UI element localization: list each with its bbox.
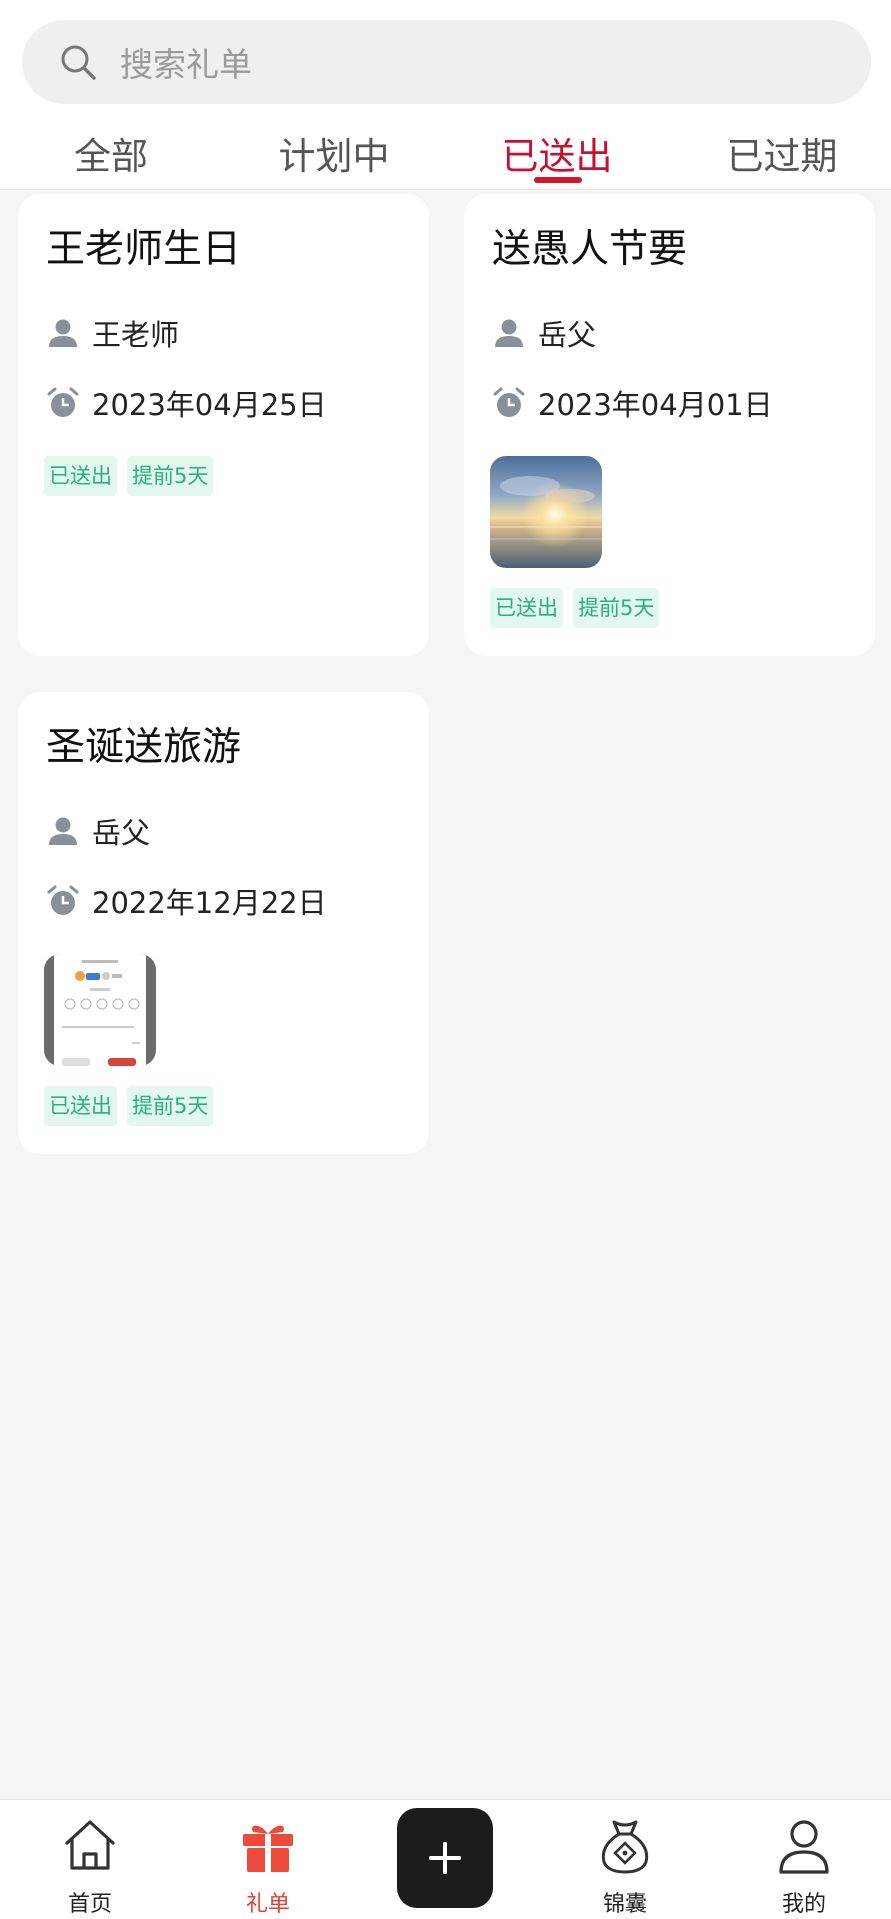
user-icon bbox=[779, 1820, 829, 1874]
gift-date: 2022年12月22日 bbox=[92, 886, 327, 920]
alarm-clock-icon bbox=[47, 885, 79, 915]
nav-label: 首页 bbox=[67, 1892, 112, 1917]
nav-home[interactable]: 首页 bbox=[30, 1800, 150, 1919]
plus-icon bbox=[429, 1842, 461, 1874]
gift-card[interactable]: 圣诞送旅游 岳父 2022年12月22日 已送出 提前5天 bbox=[18, 692, 429, 1154]
search-input[interactable]: 搜索礼单 bbox=[120, 38, 252, 86]
nav-profile[interactable]: 我的 bbox=[744, 1800, 864, 1919]
nav-tips[interactable]: 锦囊 bbox=[565, 1800, 685, 1919]
tag-list: 已送出 提前5天 bbox=[44, 1086, 214, 1126]
reminder-badge: 提前5天 bbox=[127, 1086, 214, 1126]
gift-card[interactable]: 王老师生日 王老师 2023年04月25日 已送出 提前5天 bbox=[18, 194, 429, 656]
gift-photo[interactable] bbox=[44, 954, 156, 1066]
nav-label: 锦囊 bbox=[602, 1892, 647, 1917]
nav-label: 礼单 bbox=[245, 1892, 290, 1917]
person-icon bbox=[49, 319, 77, 347]
tab-expired[interactable]: 已过期 bbox=[692, 126, 872, 180]
top-bar: 搜索礼单 全部 计划中 已送出 已过期 bbox=[0, 0, 891, 190]
gift-date: 2023年04月25日 bbox=[92, 388, 327, 422]
add-gift-button[interactable] bbox=[397, 1808, 493, 1908]
person-icon bbox=[49, 817, 77, 845]
active-tab-indicator bbox=[534, 177, 582, 183]
reminder-badge: 提前5天 bbox=[573, 588, 660, 628]
alarm-clock-icon bbox=[47, 387, 79, 417]
tab-planned[interactable]: 计划中 bbox=[244, 126, 424, 180]
reminder-badge: 提前5天 bbox=[127, 456, 214, 496]
gift-photo[interactable] bbox=[490, 456, 602, 568]
tag-list: 已送出 提前5天 bbox=[490, 588, 660, 628]
gift-title: 圣诞送旅游 bbox=[46, 725, 242, 770]
person-icon bbox=[495, 319, 523, 347]
nav-gift-list[interactable]: 礼单 bbox=[208, 1800, 328, 1919]
date-row: 2023年04月25日 bbox=[46, 382, 327, 424]
money-bag-icon bbox=[601, 1820, 649, 1874]
status-badge: 已送出 bbox=[44, 1086, 117, 1126]
recipient-row: 岳父 bbox=[492, 312, 596, 354]
status-badge: 已送出 bbox=[44, 456, 117, 496]
recipient-name: 岳父 bbox=[538, 318, 597, 352]
gift-title: 送愚人节要 bbox=[492, 227, 688, 272]
recipient-name: 王老师 bbox=[92, 318, 180, 352]
bottom-nav: 首页 礼单 锦囊 我的 bbox=[0, 1799, 891, 1919]
tag-list: 已送出 提前5天 bbox=[44, 456, 214, 496]
sunset-image bbox=[490, 456, 602, 568]
search-icon bbox=[61, 45, 96, 80]
gift-icon bbox=[243, 1825, 293, 1872]
alarm-clock-icon bbox=[493, 387, 525, 417]
recipient-name: 岳父 bbox=[92, 816, 151, 850]
status-tabs: 全部 计划中 已送出 已过期 bbox=[0, 118, 891, 190]
search-bar[interactable]: 搜索礼单 bbox=[22, 20, 871, 104]
nav-label: 我的 bbox=[781, 1892, 826, 1917]
date-row: 2022年12月22日 bbox=[46, 880, 327, 922]
recipient-row: 王老师 bbox=[46, 312, 179, 354]
gift-title: 王老师生日 bbox=[46, 227, 242, 272]
tab-all[interactable]: 全部 bbox=[21, 126, 201, 180]
status-badge: 已送出 bbox=[490, 588, 563, 628]
gift-card[interactable]: 送愚人节要 岳父 2023年04月01日 已送出 提前5天 bbox=[464, 194, 875, 656]
screenshot-image bbox=[44, 954, 156, 1066]
tab-sent[interactable]: 已送出 bbox=[467, 126, 647, 180]
date-row: 2023年04月01日 bbox=[492, 382, 773, 424]
gift-date: 2023年04月01日 bbox=[538, 388, 773, 422]
recipient-row: 岳父 bbox=[46, 810, 150, 852]
home-icon bbox=[65, 1820, 115, 1870]
